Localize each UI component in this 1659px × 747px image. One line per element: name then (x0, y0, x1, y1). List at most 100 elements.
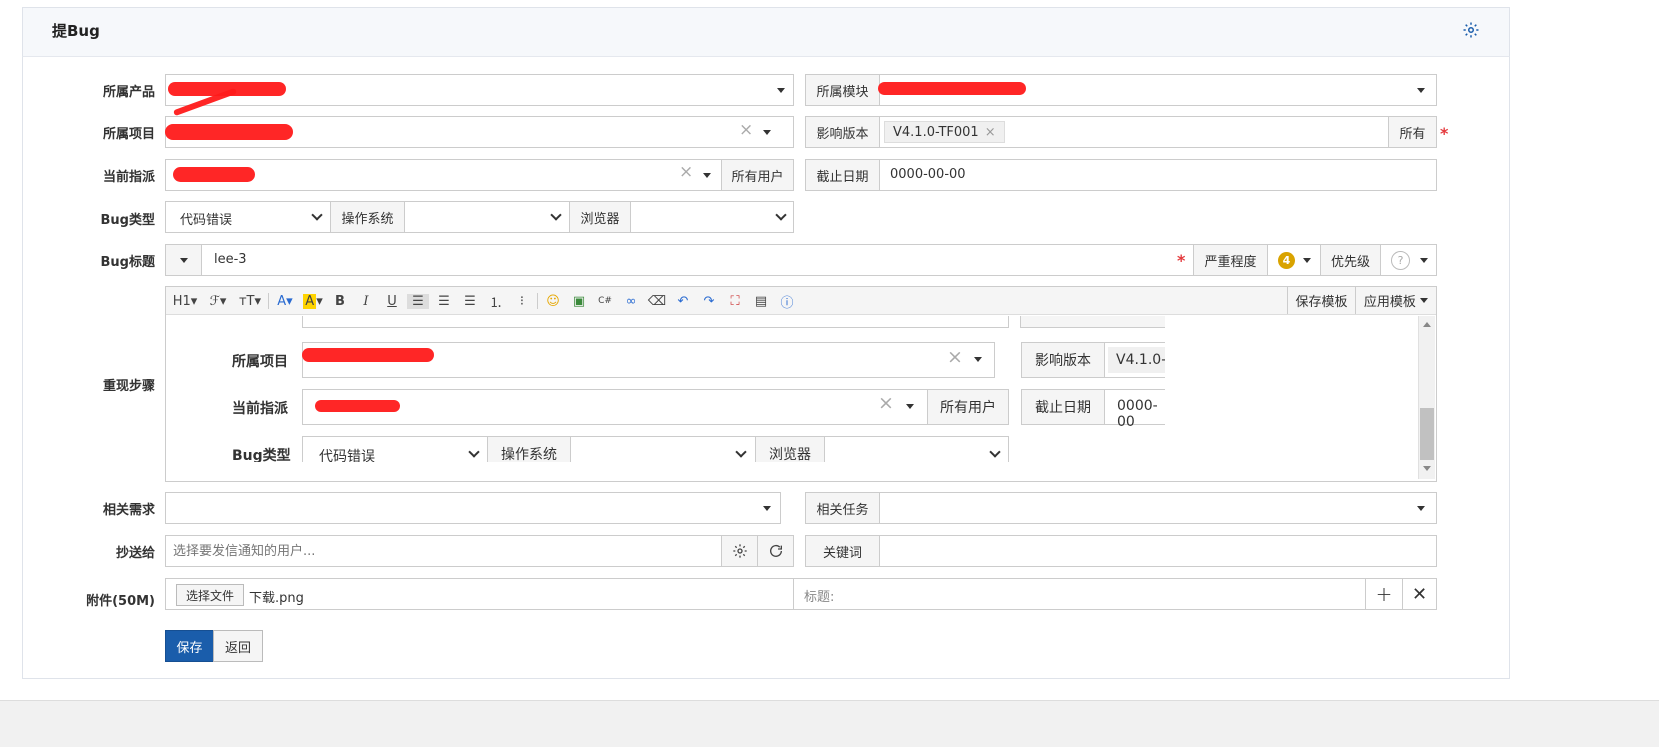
chevron-down-icon (1417, 88, 1425, 93)
chevron-down-icon (763, 506, 771, 511)
redo-icon[interactable]: ↷ (698, 294, 720, 309)
chevron-down-icon (1420, 257, 1428, 263)
clear-icon: × (947, 346, 963, 368)
all-versions-button[interactable]: 所有 (1388, 116, 1437, 148)
highlight-icon[interactable]: A ▾ (301, 293, 325, 309)
priority-label: 优先级 (1320, 244, 1381, 276)
redaction-mark (173, 167, 255, 182)
fullscreen-icon[interactable]: ⛶ (724, 294, 746, 309)
steps-label: 重现步骤 (102, 379, 155, 394)
font-color-icon[interactable]: A▾ (273, 294, 297, 309)
save-button[interactable]: 保存 (165, 630, 214, 662)
clear-icon[interactable]: × (679, 164, 693, 181)
italic-icon[interactable]: I (355, 294, 377, 309)
title-color-button[interactable] (165, 244, 202, 276)
undo-icon[interactable]: ↶ (672, 294, 694, 309)
redaction-mark (302, 348, 434, 362)
title-input[interactable]: lee-3 (201, 244, 1194, 276)
story-select[interactable] (165, 492, 781, 524)
version-label: 影响版本 (805, 116, 880, 148)
code-icon[interactable]: C# (594, 296, 616, 306)
editor-toolbar-buttons: H1 ▾ ℱ▾ тT▾ A▾ A ▾ B I U ☰ ☰ ☰ ⒈ ⁝ ☺ ▣ C# … (170, 290, 798, 312)
browser-label: 浏览器 (569, 201, 631, 233)
inner-os-box (570, 436, 756, 462)
os-label: 操作系统 (330, 201, 405, 233)
chevron-down-icon (1420, 298, 1429, 303)
inner-version-label: 影响版本 (1021, 342, 1105, 378)
deadline-label: 截止日期 (805, 159, 880, 191)
version-tag-text: V4.1.0-TF001 (893, 124, 979, 140)
ordered-list-icon[interactable]: ⒈ (485, 292, 507, 311)
font-family-icon[interactable]: ℱ▾ (204, 294, 232, 309)
pasted-screenshot: 所属项目 × 影响版本 V4.1.0- 当前指派 × 所有用户 截止日期 000… (190, 316, 1165, 462)
priority-select[interactable]: ? (1380, 244, 1437, 276)
plus-icon: + (1375, 582, 1393, 606)
bug-type-label: Bug类型 (100, 213, 155, 228)
inner-project-label: 所属项目 (232, 354, 288, 370)
inner-bug-type-label: Bug类型 (232, 448, 291, 462)
severity-label: 严重程度 (1193, 244, 1268, 276)
apply-template-button[interactable]: 应用模板 (1355, 287, 1436, 314)
chevron-down-icon (974, 357, 982, 362)
save-template-button[interactable]: 保存模板 (1287, 287, 1356, 314)
underline-icon[interactable]: U (381, 294, 403, 309)
mailto-settings-button[interactable] (721, 535, 758, 567)
emoji-icon[interactable]: ☺ (542, 294, 564, 309)
remove-tag-icon[interactable]: × (985, 125, 996, 140)
redaction-mark (165, 124, 293, 140)
inner-module-box (1020, 316, 1165, 328)
keywords-input[interactable] (879, 535, 1437, 567)
remove-file-button[interactable]: ✕ (1402, 578, 1437, 610)
chevron-down-icon (1417, 506, 1425, 511)
inner-version-tag: V4.1.0- (1108, 347, 1165, 373)
redaction-mark (315, 400, 400, 412)
refresh-button[interactable] (757, 535, 794, 567)
bullet-list-icon[interactable]: ⁝ (511, 294, 533, 309)
scroll-down-icon[interactable] (1423, 466, 1431, 471)
help-icon[interactable]: ⓘ (776, 292, 798, 311)
inner-os-label: 操作系统 (487, 436, 571, 462)
source-icon[interactable]: ▤ (750, 294, 772, 309)
add-file-button[interactable]: + (1365, 578, 1403, 610)
bottom-bar (0, 700, 1659, 747)
severity-select[interactable]: 4 (1267, 244, 1321, 276)
choose-file-button[interactable]: 选择文件 (176, 584, 244, 606)
close-icon: ✕ (1411, 583, 1428, 605)
align-left-icon[interactable]: ☰ (407, 293, 429, 309)
heading-button[interactable]: H1 ▾ (170, 294, 200, 309)
module-label: 所属模块 (805, 74, 880, 106)
task-select[interactable] (879, 492, 1437, 524)
browser-select[interactable] (630, 201, 794, 233)
os-select[interactable] (404, 201, 570, 233)
align-right-icon[interactable]: ☰ (459, 294, 481, 309)
inner-all-users: 所有用户 (927, 389, 1009, 425)
severity-badge: 4 (1278, 251, 1295, 269)
deadline-input[interactable]: 0000-00-00 (879, 159, 1437, 191)
page-title: 提Bug (52, 22, 100, 40)
mailto-input[interactable] (165, 535, 722, 567)
align-center-icon[interactable]: ☰ (433, 294, 455, 309)
inner-browser-label: 浏览器 (755, 436, 825, 462)
inner-deadline-label: 截止日期 (1021, 389, 1105, 425)
bold-icon[interactable]: B (329, 294, 351, 309)
scroll-up-icon[interactable] (1423, 322, 1431, 327)
clear-icon[interactable]: × (739, 122, 753, 139)
story-label: 相关需求 (102, 503, 155, 518)
gear-icon[interactable] (1462, 21, 1480, 39)
file-title-input[interactable]: 标题: (793, 578, 1366, 610)
panel-header (22, 7, 1510, 57)
version-tag[interactable]: V4.1.0-TF001 × (884, 121, 1005, 143)
bug-type-select[interactable]: 代码错误 (165, 201, 331, 233)
back-button[interactable]: 返回 (213, 630, 263, 662)
required-mark: * (1440, 124, 1449, 143)
all-users-button[interactable]: 所有用户 (721, 159, 794, 191)
image-icon[interactable]: ▣ (568, 294, 590, 309)
refresh-icon (769, 544, 782, 557)
scrollbar-thumb[interactable] (1420, 408, 1434, 460)
inner-assign-label: 当前指派 (232, 401, 288, 417)
priority-badge: ? (1391, 250, 1410, 270)
link-icon[interactable]: ∞ (620, 294, 642, 309)
project-label: 所属项目 (102, 127, 155, 142)
font-size-icon[interactable]: тT▾ (236, 294, 264, 309)
eraser-icon[interactable]: ⌫ (646, 294, 668, 309)
